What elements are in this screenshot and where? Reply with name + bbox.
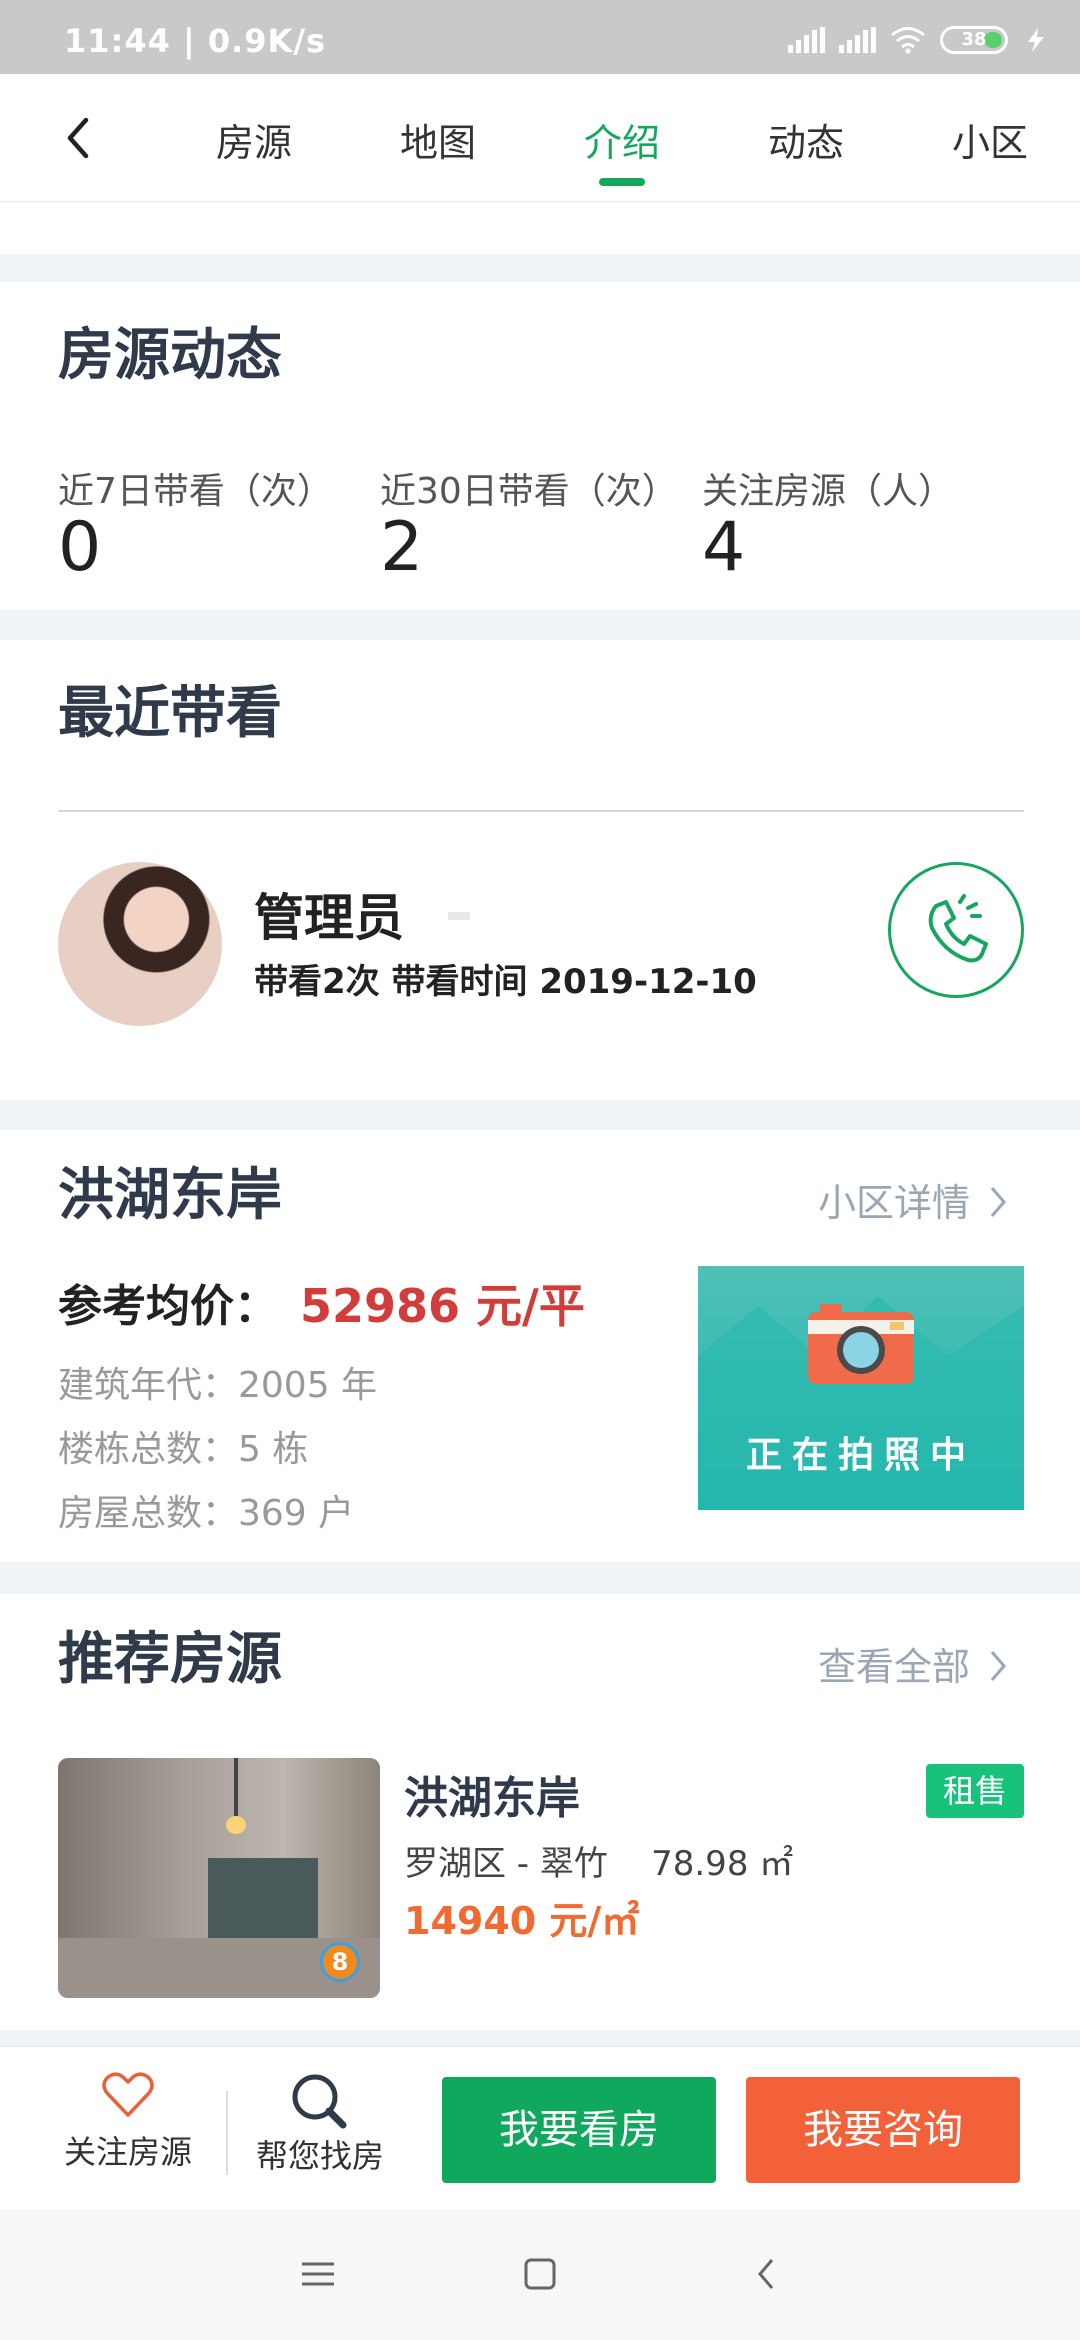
consult-button[interactable]: 我要咨询 bbox=[746, 2077, 1020, 2183]
home-icon[interactable] bbox=[518, 2252, 562, 2296]
stat-label-followers: 关注房源（人） bbox=[702, 471, 955, 512]
spacer bbox=[0, 202, 1080, 254]
view-all-label: 查看全部 bbox=[818, 1645, 971, 1689]
recommended-title: 推荐房源 bbox=[58, 1627, 282, 1692]
thumb-vr-badge-text: 8 bbox=[331, 1948, 349, 1976]
community-name: 洪湖东岸 bbox=[58, 1163, 282, 1228]
price-label: 参考均价： bbox=[58, 1281, 278, 1332]
agent-avatar[interactable] bbox=[58, 862, 222, 1026]
community-card: 洪湖东岸 小区详情 参考均价： 52986 元/平 建筑年代：2005 年 楼栋… bbox=[0, 1130, 1080, 1562]
top-navigation: 房源 地图 介绍 动态 小区 bbox=[0, 74, 1080, 202]
thumb-vr-badge: 8 bbox=[320, 1942, 360, 1982]
stat-value-30day: 2 bbox=[380, 508, 424, 587]
find-house-button[interactable]: 帮您找房 bbox=[240, 2071, 400, 2177]
stat-label-7day: 近7日带看（次） bbox=[58, 471, 333, 512]
stat-label-30day: 近30日带看（次） bbox=[380, 471, 678, 512]
wifi-icon bbox=[891, 27, 925, 54]
listing-price: 14940 元/㎡ bbox=[404, 1899, 640, 1943]
heart-icon bbox=[102, 2072, 154, 2117]
agent-name: 管理员 bbox=[254, 889, 404, 947]
view-all-link[interactable]: 查看全部 bbox=[818, 1636, 1010, 1691]
cell-signal-2-icon bbox=[839, 27, 876, 53]
status-icons: 38 bbox=[788, 26, 1050, 54]
price-value: 52986 元/平 bbox=[300, 1279, 585, 1333]
community-detail-label: 小区详情 bbox=[818, 1181, 971, 1225]
battery-level: 38 bbox=[961, 29, 987, 50]
thumb-window bbox=[208, 1858, 318, 1938]
battery-icon: 38 bbox=[940, 26, 1008, 54]
action-divider bbox=[226, 2091, 228, 2175]
call-agent-button[interactable] bbox=[888, 862, 1024, 998]
agent-tag bbox=[448, 912, 470, 920]
tab-listing[interactable]: 房源 bbox=[184, 112, 324, 167]
recommended-card: 推荐房源 查看全部 8 洪湖东岸 租售 罗湖区 - 翠竹 78.98 ㎡ 149… bbox=[0, 1594, 1080, 2030]
listing-area: 罗湖区 - 翠竹 78.98 ㎡ bbox=[404, 1844, 794, 1884]
agent-viewing-info: 带看2次 带看时间 2019-12-10 bbox=[254, 962, 757, 1002]
listing-type-badge: 租售 bbox=[926, 1764, 1024, 1818]
building-count: 楼栋总数：5 栋 bbox=[58, 1429, 309, 1470]
cell-signal-icon bbox=[788, 27, 825, 53]
divider bbox=[58, 810, 1024, 812]
listing-thumbnail[interactable]: 8 bbox=[58, 1758, 380, 1998]
recent-viewing-title: 最近带看 bbox=[58, 681, 282, 746]
listing-title[interactable]: 洪湖东岸 bbox=[404, 1762, 580, 1826]
tab-community[interactable]: 小区 bbox=[920, 112, 1060, 167]
status-time: 11:44 | 0.9K/s bbox=[64, 22, 327, 60]
tab-activity[interactable]: 动态 bbox=[736, 112, 876, 167]
follow-listing-label: 关注房源 bbox=[63, 2133, 192, 2171]
menu-icon[interactable] bbox=[296, 2252, 340, 2296]
stat-value-7day: 0 bbox=[58, 508, 102, 587]
unit-count: 房屋总数：369 户 bbox=[58, 1493, 355, 1534]
active-tab-indicator bbox=[599, 178, 645, 186]
system-navigation-bar bbox=[0, 2210, 1080, 2340]
thumb-lamp-bulb bbox=[226, 1816, 246, 1834]
tab-intro[interactable]: 介绍 bbox=[552, 112, 692, 167]
camera-icon bbox=[808, 1304, 914, 1384]
stat-value-followers: 4 bbox=[702, 508, 746, 587]
build-year: 建筑年代：2005 年 bbox=[58, 1365, 378, 1406]
back-arrow-icon[interactable] bbox=[56, 114, 104, 162]
tab-map[interactable]: 地图 bbox=[368, 112, 508, 167]
chevron-right-icon bbox=[990, 1187, 1007, 1217]
follow-listing-button[interactable]: 关注房源 bbox=[48, 2071, 208, 2173]
charging-icon bbox=[1028, 28, 1044, 52]
photo-placeholder-text: 正在拍照中 bbox=[745, 1435, 976, 1476]
schedule-viewing-button[interactable]: 我要看房 bbox=[442, 2077, 716, 2183]
chevron-right-icon bbox=[990, 1651, 1007, 1681]
phone-icon bbox=[928, 894, 988, 963]
community-detail-link[interactable]: 小区详情 bbox=[818, 1172, 1010, 1227]
listing-activity-card: 房源动态 近7日带看（次） 0 近30日带看（次） 2 关注房源（人） 4 bbox=[0, 282, 1080, 610]
community-photo-placeholder[interactable]: 正在拍照中 bbox=[698, 1266, 1024, 1510]
find-house-label: 帮您找房 bbox=[255, 2137, 384, 2175]
bottom-action-bar: 关注房源 帮您找房 我要看房 我要咨询 bbox=[0, 2046, 1080, 2210]
back-icon[interactable] bbox=[746, 2252, 790, 2296]
thumb-lamp bbox=[234, 1758, 238, 1818]
search-icon bbox=[292, 2074, 347, 2129]
recent-viewing-card: 最近带看 管理员 带看2次 带看时间 2019-12-10 bbox=[0, 640, 1080, 1100]
listing-activity-title: 房源动态 bbox=[58, 323, 282, 388]
status-bar: 11:44 | 0.9K/s 38 bbox=[0, 0, 1080, 74]
